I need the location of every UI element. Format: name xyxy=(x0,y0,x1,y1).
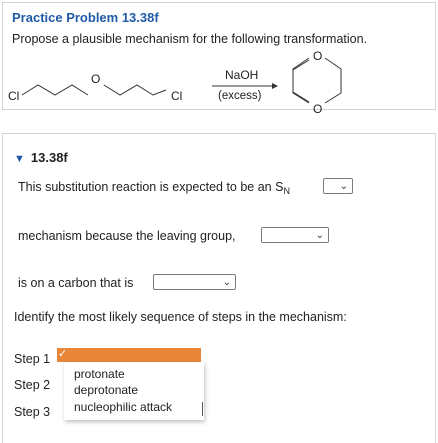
collapse-caret-icon[interactable]: ▼ xyxy=(14,153,25,165)
reagent-note: (excess) xyxy=(218,90,262,102)
part-header[interactable]: ▼ 13.38f xyxy=(14,150,68,165)
carbon-type-select[interactable]: ⌄ xyxy=(153,274,236,290)
product-ring xyxy=(292,59,310,103)
option-nucleophilic-attack[interactable]: nucleophilic attack xyxy=(74,400,172,414)
step-2-label: Step 2 xyxy=(14,378,51,392)
reactant-oxygen: O xyxy=(91,72,100,86)
step-dropdown-list[interactable]: protonate deprotonate nucleophilic attac… xyxy=(64,362,204,420)
question-line-2: mechanism because the leaving group, xyxy=(18,229,236,243)
part-label: 13.38f xyxy=(30,150,68,165)
step-1-label: Step 1 xyxy=(14,352,51,366)
reaction-scheme: Cl O Cl NaOH (excess) O O xyxy=(8,50,342,116)
problem-title: Practice Problem 13.38f xyxy=(12,10,159,25)
select-edge xyxy=(202,402,203,416)
reactant-left-cl: Cl xyxy=(8,89,19,103)
chevron-down-icon: ⌄ xyxy=(222,277,231,288)
instruction-text: Identify the most likely sequence of ste… xyxy=(14,310,347,324)
reactant-chain-right xyxy=(103,84,167,96)
mechanism-type-select[interactable]: ⌄ xyxy=(323,178,353,194)
product-oxygen-bottom: O xyxy=(313,102,322,116)
line1-text: This substitution reaction is expected t… xyxy=(18,180,284,194)
problem-description: Propose a plausible mechanism for the fo… xyxy=(12,32,368,46)
reaction-arrow-head xyxy=(272,83,278,89)
step-3-label: Step 3 xyxy=(14,405,51,419)
checkmark-icon: ✓ xyxy=(58,348,68,360)
leaving-group-select[interactable]: ⌄ xyxy=(261,227,329,243)
option-deprotonate[interactable]: deprotonate xyxy=(74,383,138,397)
chevron-down-icon: ⌄ xyxy=(339,181,348,192)
question-line-3: is on a carbon that is xyxy=(18,276,134,290)
reagent-label: NaOH xyxy=(225,68,258,82)
question-line-1: This substitution reaction is expected t… xyxy=(18,180,290,196)
reactant-chain-left xyxy=(21,84,89,96)
chevron-down-icon: ⌄ xyxy=(315,230,324,241)
option-protonate[interactable]: protonate xyxy=(74,367,125,381)
reactant-right-cl: Cl xyxy=(171,89,182,103)
step-1-select-highlighted[interactable] xyxy=(57,348,201,362)
product-oxygen-top: O xyxy=(313,50,322,63)
line1-subscript: N xyxy=(283,186,290,196)
